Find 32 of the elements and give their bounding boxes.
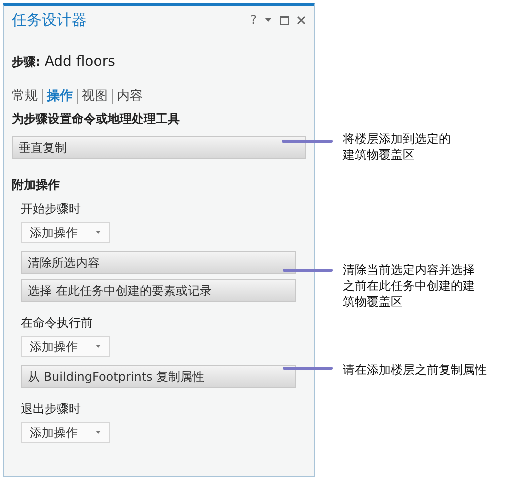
action-button[interactable]: 清除所选内容 bbox=[21, 251, 296, 274]
caret-icon bbox=[96, 345, 101, 348]
step-label: 步骤: bbox=[12, 54, 41, 70]
leader-line bbox=[283, 269, 333, 272]
leader-line bbox=[283, 367, 333, 370]
callout-text: 清除当前选定内容并选择之前在此任务中创建的建筑物覆盖区 bbox=[343, 262, 476, 310]
section-heading: 为步骤设置命令或地理处理工具 bbox=[12, 111, 181, 128]
caret-icon[interactable] bbox=[265, 18, 272, 22]
action-button[interactable]: 选择 在此任务中创建的要素或记录 bbox=[21, 279, 296, 302]
panel-title: 任务设计器 bbox=[12, 10, 87, 31]
caret-icon bbox=[96, 231, 101, 234]
maximize-icon[interactable] bbox=[280, 16, 289, 25]
group-label: 退出步骤时 bbox=[21, 401, 82, 418]
tab[interactable]: 操作 bbox=[47, 86, 73, 106]
action-button[interactable]: 从 BuildingFootprints 复制属性 bbox=[21, 365, 296, 388]
callout-text: 请在添加楼层之前复制属性 bbox=[343, 362, 488, 378]
add-action-dropdown[interactable]: 添加操作 bbox=[21, 336, 110, 357]
tab[interactable]: 常规 bbox=[12, 86, 38, 106]
section-heading: 附加操作 bbox=[12, 177, 61, 194]
close-icon[interactable] bbox=[297, 16, 306, 25]
group-label: 在命令执行前 bbox=[21, 315, 94, 332]
callout-text: 将楼层添加到选定的建筑物覆盖区 bbox=[343, 131, 452, 163]
command-button[interactable]: 垂直复制 bbox=[12, 136, 306, 159]
leader-line bbox=[282, 140, 333, 143]
add-action-dropdown[interactable]: 添加操作 bbox=[21, 422, 110, 443]
tab[interactable]: 视图 bbox=[82, 86, 108, 106]
caret-icon bbox=[96, 431, 101, 434]
help-button[interactable]: ? bbox=[250, 11, 257, 30]
add-action-dropdown[interactable]: 添加操作 bbox=[21, 222, 110, 243]
tab[interactable]: 内容 bbox=[117, 86, 143, 106]
step-name: Add floors bbox=[44, 52, 116, 72]
group-label: 开始步骤时 bbox=[21, 201, 82, 218]
